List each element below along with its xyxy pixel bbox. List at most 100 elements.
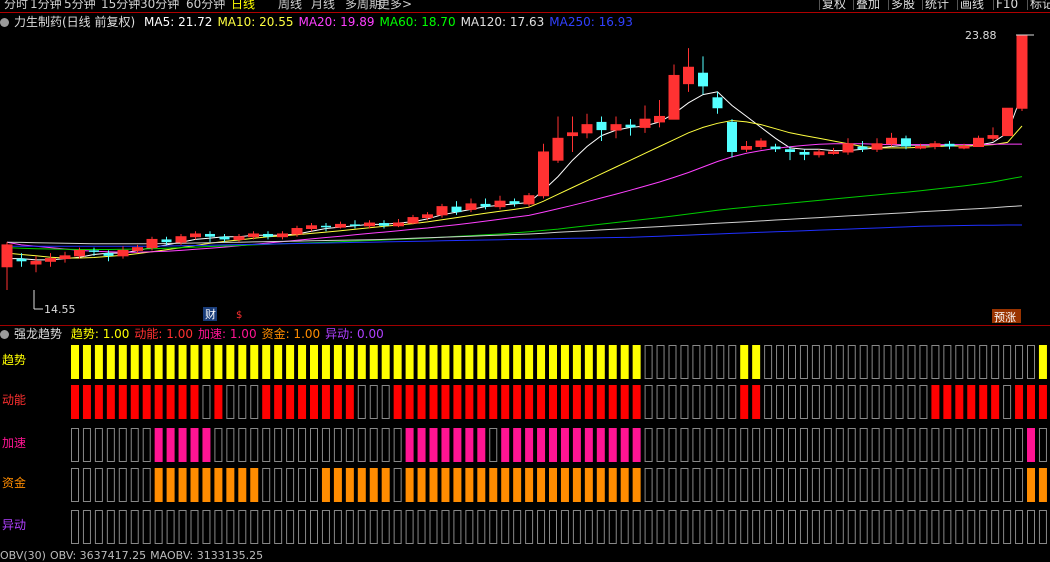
indicator-bar xyxy=(596,385,605,419)
candle-body xyxy=(1016,34,1028,109)
indicator-empty xyxy=(752,428,761,462)
indicator-empty xyxy=(967,468,976,502)
candle-body xyxy=(364,222,375,227)
indicator-empty xyxy=(668,345,677,379)
indicator-bar xyxy=(118,345,127,379)
indicator-empty xyxy=(274,510,283,544)
indicator-empty xyxy=(728,510,737,544)
indicator-name: 强龙趋势 xyxy=(14,327,63,341)
indicator-bar xyxy=(429,345,438,379)
indicator-empty xyxy=(393,428,402,462)
candle-body xyxy=(263,233,273,237)
indicator-bar xyxy=(321,345,330,379)
indicator-bar xyxy=(477,428,486,462)
ma10-line xyxy=(6,119,1023,259)
indicator-empty xyxy=(166,510,175,544)
indicator-empty xyxy=(931,468,940,502)
indicator-bar xyxy=(620,428,629,462)
indicator-bar xyxy=(1015,385,1024,419)
candle-body xyxy=(291,228,303,235)
indicator-empty xyxy=(979,345,988,379)
indicator-bar xyxy=(608,468,617,502)
indicator-empty xyxy=(656,428,665,462)
candle-body xyxy=(117,249,129,257)
candle-body xyxy=(567,132,578,137)
indicator-bar xyxy=(393,345,402,379)
indicator-bar xyxy=(130,385,139,419)
indicator-empty xyxy=(656,468,665,502)
indicator-empty xyxy=(991,468,1000,502)
indicator-bar xyxy=(501,345,510,379)
indicator-empty xyxy=(668,468,677,502)
indicator-empty xyxy=(764,385,773,419)
indicator-empty xyxy=(489,428,498,462)
indicator-empty xyxy=(883,345,892,379)
indicator-empty xyxy=(740,468,749,502)
indicator-empty xyxy=(274,428,283,462)
indicator-empty xyxy=(823,468,832,502)
indicator-empty xyxy=(71,510,79,544)
indicator-empty xyxy=(357,428,366,462)
indicator-value: 动能: 1.00 xyxy=(134,327,193,341)
indicator-empty xyxy=(1038,510,1047,544)
obv-value: MAOBV: 3133135.25 xyxy=(150,549,264,562)
indicator-empty xyxy=(286,468,295,502)
indicator-bar xyxy=(1027,468,1035,502)
indicator-empty xyxy=(680,345,689,379)
indicator-bar xyxy=(584,428,593,462)
indicator-bar xyxy=(333,468,342,502)
indicator-empty xyxy=(811,385,820,419)
indicator-empty xyxy=(835,345,844,379)
indicator-empty xyxy=(238,510,247,544)
candle-body xyxy=(393,222,404,227)
indicator-bar xyxy=(584,468,593,502)
indicator-empty xyxy=(835,428,844,462)
candle-body xyxy=(596,121,607,131)
candle-body xyxy=(422,214,433,219)
indicator-empty xyxy=(537,510,546,544)
indicator-empty xyxy=(250,428,259,462)
indicator-menu-icon[interactable] xyxy=(0,330,9,339)
candle-body xyxy=(987,135,999,139)
indicator-bar xyxy=(345,468,354,502)
indicator-empty xyxy=(644,385,653,419)
indicator-bar xyxy=(357,345,366,379)
indicator-empty xyxy=(1003,345,1012,379)
indicator-bar xyxy=(262,385,271,419)
indicator-empty xyxy=(632,510,641,544)
indicator-empty xyxy=(262,428,271,462)
indicator-bar xyxy=(178,345,187,379)
indicator-bar xyxy=(202,468,211,502)
candle-body xyxy=(785,149,795,152)
indicator-bar xyxy=(82,345,91,379)
indicator-value: 资金: 1.00 xyxy=(261,327,321,341)
indicator-bar xyxy=(154,468,163,502)
indicator-empty xyxy=(286,428,295,462)
indicator-empty xyxy=(680,428,689,462)
indicator-empty xyxy=(907,385,916,419)
indicator-bar xyxy=(967,385,976,419)
indicator-bar xyxy=(417,468,426,502)
indicator-bar xyxy=(608,428,617,462)
indicator-bar xyxy=(178,468,187,502)
indicator-empty xyxy=(847,385,856,419)
indicator-empty xyxy=(668,510,677,544)
indicator-bar xyxy=(513,385,522,419)
indicator-bar xyxy=(560,468,569,502)
indicator-empty xyxy=(1015,468,1024,502)
candle-body xyxy=(886,137,897,145)
candle-body xyxy=(59,255,71,260)
indicator-empty xyxy=(656,385,665,419)
candle-body xyxy=(436,206,448,216)
indicator-bar xyxy=(429,428,438,462)
indicator-empty xyxy=(357,510,366,544)
indicator-empty xyxy=(190,510,199,544)
indicator-bar xyxy=(501,468,510,502)
indicator-empty xyxy=(130,428,139,462)
indicator-empty xyxy=(776,510,785,544)
candle-body xyxy=(277,233,288,238)
price-chart: 23.88 14.55 财 $ 预涨 xyxy=(1,29,1047,544)
indicator-empty xyxy=(931,345,940,379)
indicator-bar xyxy=(584,345,593,379)
indicator-empty xyxy=(286,510,295,544)
